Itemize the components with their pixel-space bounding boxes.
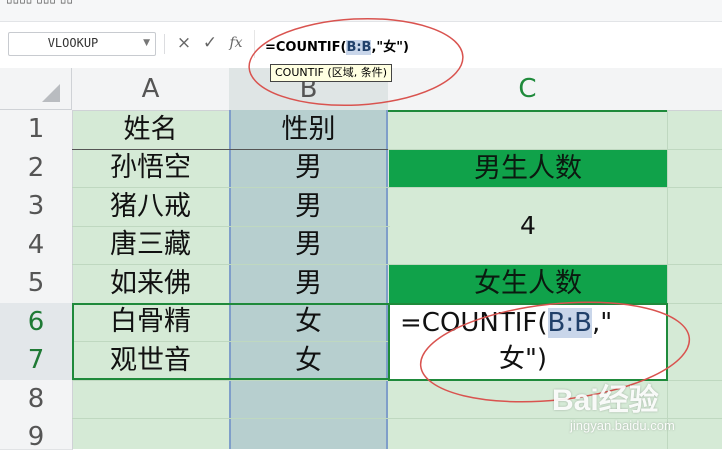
cell-b3[interactable]: 男 xyxy=(231,187,386,226)
name-box-value: VLOOKUP xyxy=(47,36,99,50)
ribbon-strip: ▯▯▯▯ ▯▯▯ ▯▯ xyxy=(0,0,722,22)
cell-range-ref: B:B xyxy=(547,308,592,338)
cell-a5[interactable]: 如来佛 xyxy=(72,264,229,303)
row-header-1[interactable]: 1 xyxy=(0,110,73,150)
row-header-9[interactable]: 9 xyxy=(0,418,73,450)
column-header-d[interactable] xyxy=(667,68,722,111)
formula-bar: VLOOKUP ▼ × ✓ fx =COUNTIF(B:B,"女") xyxy=(0,22,722,68)
column-header-c[interactable]: C xyxy=(388,68,668,112)
cell-b5[interactable]: 男 xyxy=(231,264,386,303)
formula-text: =COUNTIF(B:B,"女") xyxy=(265,40,409,55)
cell-a4[interactable]: 唐三藏 xyxy=(72,226,229,264)
insert-function-icon[interactable]: fx xyxy=(226,32,246,56)
confirm-icon[interactable]: ✓ xyxy=(200,32,220,56)
cell-b1[interactable]: 性别 xyxy=(231,110,386,149)
cell-c6-c7-editing[interactable]: =COUNTIF(B:B," 女") xyxy=(388,303,668,381)
row-header-4[interactable]: 4 xyxy=(0,226,73,265)
row-header-5[interactable]: 5 xyxy=(0,264,73,304)
select-all-corner[interactable] xyxy=(0,68,72,110)
formula-line-2: 女") xyxy=(498,344,548,374)
cell-c2[interactable]: 男生人数 xyxy=(389,150,667,187)
cell-b4[interactable]: 男 xyxy=(231,226,386,264)
cell-a2[interactable]: 孙悟空 xyxy=(72,149,229,187)
cell-c3-c4[interactable]: 4 xyxy=(389,188,667,264)
row-header-3[interactable]: 3 xyxy=(0,187,73,227)
cell-a6[interactable]: 白骨精 xyxy=(72,303,229,341)
cell-c5[interactable]: 女生人数 xyxy=(389,265,667,303)
divider xyxy=(164,34,165,54)
column-header-a[interactable]: A xyxy=(72,68,230,111)
cell-b6[interactable]: 女 xyxy=(231,303,386,341)
cancel-icon[interactable]: × xyxy=(174,32,194,56)
cell-a7[interactable]: 观世音 xyxy=(72,341,229,380)
row-header-7[interactable]: 7 xyxy=(0,341,73,381)
chevron-down-icon[interactable]: ▼ xyxy=(143,38,150,48)
row-header-6[interactable]: 6 xyxy=(0,303,73,342)
spreadsheet-grid: A B C 1 2 3 4 5 6 7 8 9 姓名 孙悟空 猪八戒 唐三藏 如… xyxy=(0,68,722,450)
row-header-2[interactable]: 2 xyxy=(0,149,73,188)
cell-a1[interactable]: 姓名 xyxy=(72,110,229,149)
corner-triangle-icon xyxy=(42,84,60,102)
cell-a3[interactable]: 猪八戒 xyxy=(72,187,229,226)
formula-input[interactable]: =COUNTIF(B:B,"女") xyxy=(254,30,722,58)
cell-b2[interactable]: 男 xyxy=(231,149,386,187)
formula-line-1: =COUNTIF(B:B," xyxy=(400,308,613,338)
cell-b7[interactable]: 女 xyxy=(231,341,386,380)
function-tooltip: COUNTIF (区域, 条件) xyxy=(270,64,392,82)
row-header-8[interactable]: 8 xyxy=(0,380,73,419)
formula-range-ref: B:B xyxy=(346,40,372,55)
name-box[interactable]: VLOOKUP ▼ xyxy=(8,32,156,56)
